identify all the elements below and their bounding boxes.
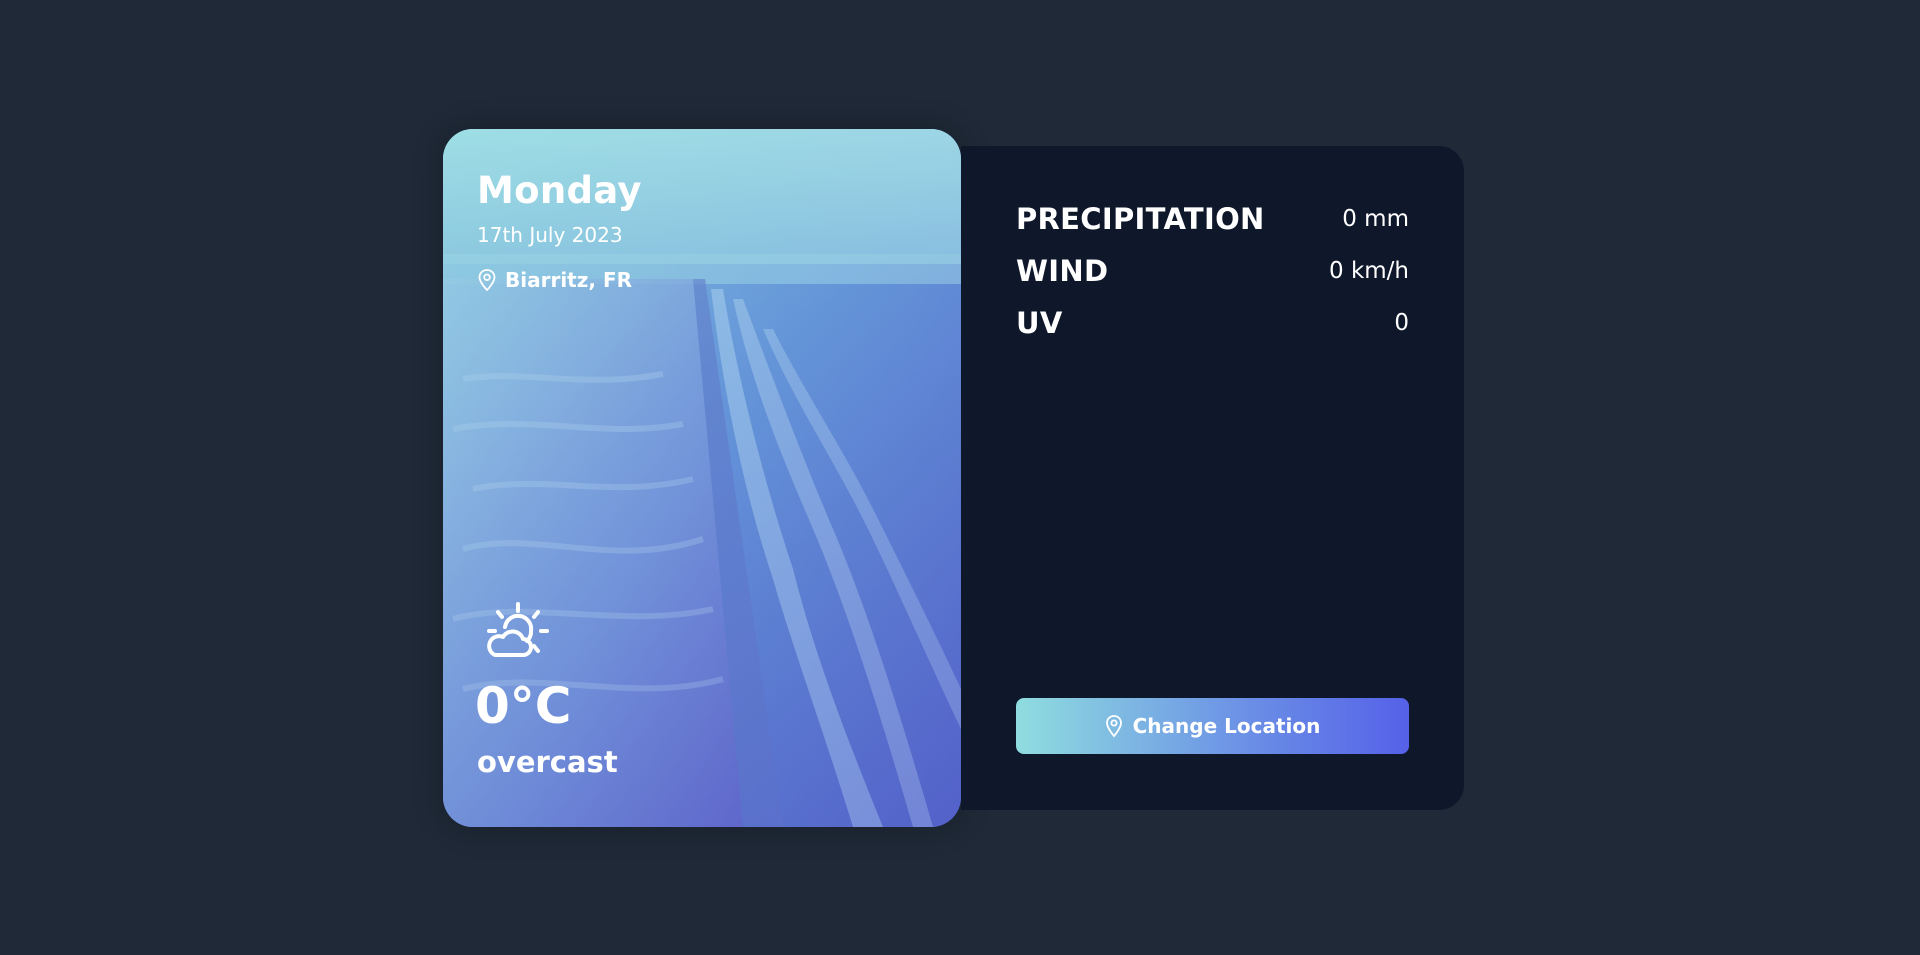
wind-label: WIND <box>1016 254 1109 288</box>
location-row: Biarritz, FR <box>477 268 632 292</box>
uv-row: UV 0 <box>1016 306 1409 340</box>
change-location-label: Change Location <box>1132 714 1321 738</box>
uv-label: UV <box>1016 306 1063 340</box>
app-root: Monday 17th July 2023 Biarritz, FR 0°C o… <box>0 0 1920 955</box>
precipitation-label: PRECIPITATION <box>1016 202 1265 236</box>
temperature-text: 0°C <box>475 677 572 735</box>
location-text: Biarritz, FR <box>505 268 633 292</box>
location-pin-icon <box>477 268 497 292</box>
uv-value: 0 <box>1394 310 1409 336</box>
weather-details-panel: PRECIPITATION 0 mm WIND 0 km/h UV 0 Chan… <box>961 146 1464 810</box>
day-name: Monday <box>477 169 642 212</box>
change-location-button[interactable]: Change Location <box>1016 698 1409 754</box>
precipitation-row: PRECIPITATION 0 mm <box>1016 202 1409 236</box>
precipitation-value: 0 mm <box>1342 206 1409 232</box>
date-text: 17th July 2023 <box>477 223 623 247</box>
weather-description: overcast <box>477 745 618 779</box>
wind-value: 0 km/h <box>1329 258 1409 284</box>
location-pin-icon <box>1105 714 1123 738</box>
weather-card: Monday 17th July 2023 Biarritz, FR 0°C o… <box>443 129 961 827</box>
wind-row: WIND 0 km/h <box>1016 254 1409 288</box>
partly-cloudy-sun-icon <box>483 601 549 667</box>
